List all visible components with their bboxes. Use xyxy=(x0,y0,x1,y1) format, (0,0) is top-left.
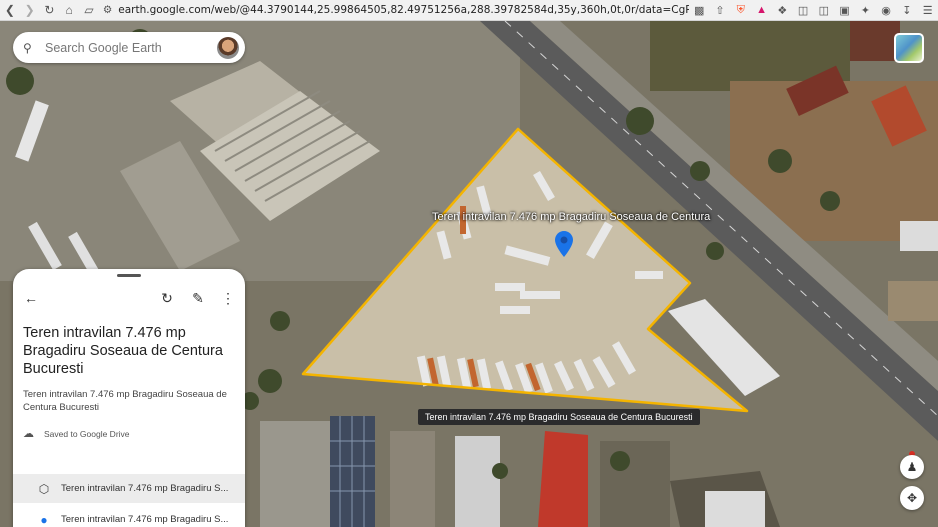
map-placemark-label[interactable]: Teren intravilan 7.476 mp Bragadiru Sose… xyxy=(432,211,710,223)
search-input[interactable] xyxy=(45,40,217,55)
avatar[interactable] xyxy=(217,36,239,59)
download-icon[interactable]: ↧ xyxy=(896,0,917,20)
saved-status: ☁ Saved to Google Drive xyxy=(23,427,130,440)
address-bar-text: earth.google.com/web/@44.3790144,25.9986… xyxy=(118,4,689,16)
address-bar[interactable]: ⚙ earth.google.com/web/@44.3790144,25.99… xyxy=(99,2,689,19)
pegman-icon[interactable]: ♟ xyxy=(900,455,924,479)
tab-icon[interactable]: ▣ xyxy=(834,0,855,20)
saved-status-text: Saved to Google Drive xyxy=(44,428,130,439)
list-item-label: Teren intravilan 7.476 mp Bragadiru S... xyxy=(61,514,229,525)
search-icon: ⚲ xyxy=(23,40,32,55)
back-arrow-icon[interactable]: ← xyxy=(23,290,39,306)
forward-arrow-icon[interactable]: ❯ xyxy=(20,0,40,20)
wallet-icon[interactable]: ◫ xyxy=(793,0,814,20)
back-arrow-icon[interactable]: ❮ xyxy=(0,0,20,20)
list-item-label: Teren intravilan 7.476 mp Bragadiru S... xyxy=(61,483,229,494)
screen-capture-icon[interactable]: ▩ xyxy=(689,0,710,20)
feature-title: Teren intravilan 7.476 mp Bragadiru Sose… xyxy=(23,325,223,377)
brave-shield-icon[interactable]: ⛨ xyxy=(730,0,751,20)
feature-description: Teren intravilan 7.476 mp Bragadiru Sose… xyxy=(23,389,227,413)
reload-icon[interactable]: ↻ xyxy=(40,0,60,20)
more-vert-icon[interactable]: ⋮ xyxy=(220,290,236,306)
browser-toolbar: ❮ ❯ ↻ ⌂ ▱ ⚙ earth.google.com/web/@44.379… xyxy=(0,0,938,21)
drag-handle[interactable] xyxy=(117,274,141,277)
extensions-icon[interactable]: ❖ xyxy=(772,0,793,20)
site-settings-icon[interactable]: ⚙ xyxy=(103,4,112,16)
sidebar-icon[interactable]: ◫ xyxy=(813,0,834,20)
edit-pencil-icon[interactable]: ✎ xyxy=(190,290,206,306)
map-style-thumbnail[interactable] xyxy=(894,33,924,63)
placemark-icon: ● xyxy=(40,512,48,527)
home-icon[interactable]: ⌂ xyxy=(59,0,79,20)
menu-icon[interactable]: ☰ xyxy=(917,0,938,20)
feature-panel: ← ↻ ✎ ⋮ Teren intravilan 7.476 mp Bragad… xyxy=(13,269,245,527)
list-item-placemark[interactable]: ● Teren intravilan 7.476 mp Bragadiru S.… xyxy=(13,505,245,527)
vpn-icon[interactable]: ◉ xyxy=(876,0,897,20)
location-pin-icon[interactable] xyxy=(555,231,573,257)
search-bar[interactable]: ⚲ xyxy=(13,32,245,63)
refresh-icon[interactable]: ↻ xyxy=(159,290,175,306)
cloud-icon: ☁ xyxy=(23,428,34,440)
map-polygon-label[interactable]: Teren intravilan 7.476 mp Bragadiru Sose… xyxy=(418,409,700,425)
share-icon[interactable]: ⇧ xyxy=(710,0,731,20)
satellite-map[interactable]: Teren intravilan 7.476 mp Bragadiru Sose… xyxy=(0,21,938,527)
brave-rewards-icon[interactable]: ▲ xyxy=(751,0,772,20)
list-item-polygon[interactable]: ⬡ Teren intravilan 7.476 mp Bragadiru S.… xyxy=(13,474,245,503)
compass-icon[interactable]: ✥ xyxy=(900,486,924,510)
bookmark-icon[interactable]: ▱ xyxy=(79,0,99,20)
polygon-icon: ⬡ xyxy=(38,481,50,496)
ai-icon[interactable]: ✦ xyxy=(855,0,876,20)
